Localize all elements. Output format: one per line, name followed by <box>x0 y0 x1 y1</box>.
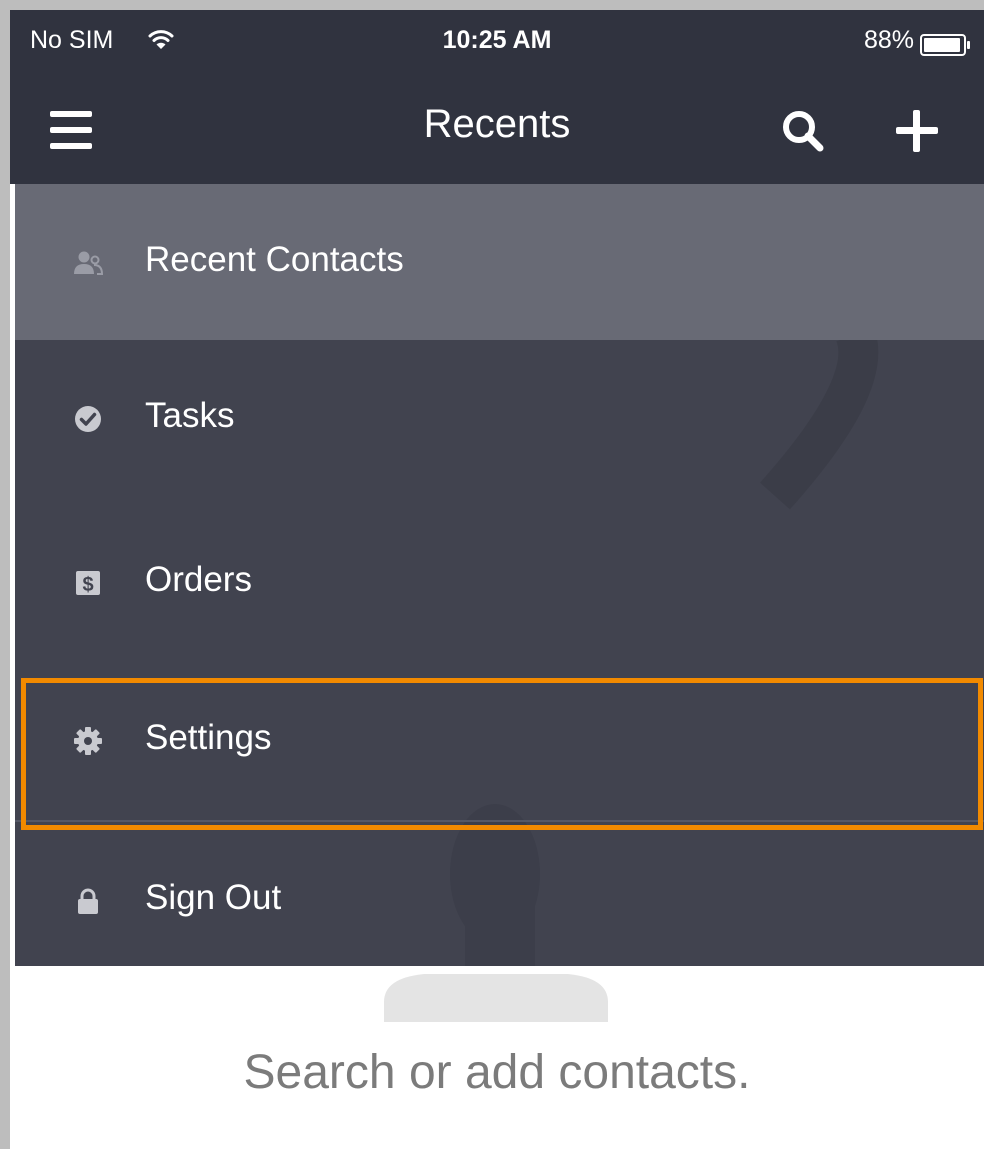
menu-item-settings[interactable]: Settings <box>15 662 984 818</box>
navigation-bar: Recents <box>10 80 984 184</box>
app-screen: No SIM 10:25 AM 88% Recents Recent Conta… <box>10 10 984 1149</box>
svg-text:$: $ <box>82 574 93 596</box>
contact-placeholder-icon <box>384 974 608 1022</box>
lock-icon <box>73 886 103 916</box>
page-title: Recents <box>423 102 571 146</box>
menu-item-label: Recent Contacts <box>145 240 404 279</box>
search-icon[interactable] <box>782 110 824 157</box>
menu-item-label: Orders <box>145 560 252 599</box>
hamburger-menu-icon[interactable] <box>50 110 92 155</box>
add-icon[interactable] <box>894 108 940 159</box>
empty-state-message: Search or add contacts. <box>243 1046 751 1099</box>
menu-item-label: Sign Out <box>145 878 282 917</box>
status-bar: No SIM 10:25 AM 88% <box>10 10 984 80</box>
menu-item-orders[interactable]: $ Orders <box>15 504 984 660</box>
menu-item-label: Settings <box>145 718 272 757</box>
menu-item-tasks[interactable]: Tasks <box>15 340 984 496</box>
menu-item-label: Tasks <box>145 396 235 435</box>
battery-icon <box>920 34 972 63</box>
side-menu-drawer: Recent Contacts Tasks $ Orders Settings … <box>15 184 984 966</box>
battery-percentage: 88% <box>863 26 914 54</box>
dollar-icon: $ <box>73 568 103 598</box>
status-time: 10:25 AM <box>442 26 552 54</box>
menu-item-recent-contacts[interactable]: Recent Contacts <box>15 184 984 340</box>
gear-icon <box>73 726 103 756</box>
check-circle-icon <box>73 404 103 434</box>
contacts-icon <box>73 248 104 278</box>
